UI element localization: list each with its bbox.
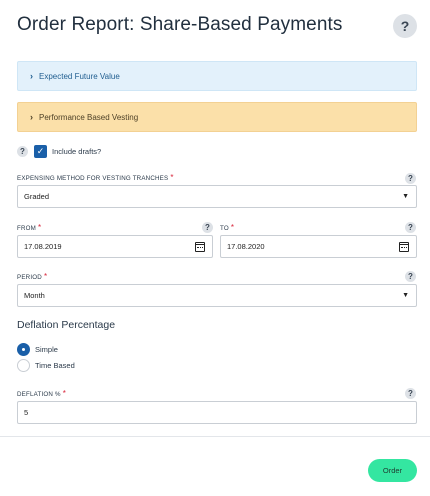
- help-icon: ?: [400, 18, 410, 34]
- help-icon[interactable]: ?: [405, 222, 416, 233]
- radio-time-based[interactable]: Time Based: [17, 359, 75, 372]
- radio-simple[interactable]: Simple: [17, 343, 58, 356]
- required-marker: *: [38, 223, 42, 232]
- deflation-pct-input[interactable]: 5: [17, 401, 417, 424]
- include-drafts-checkbox[interactable]: ✓: [34, 145, 47, 158]
- from-date-input[interactable]: 17.08.2019: [17, 235, 213, 258]
- period-value: Month: [24, 291, 45, 300]
- page-title: Order Report: Share-Based Payments: [17, 14, 343, 35]
- from-label: FROM *: [17, 223, 42, 232]
- to-date-value: 17.08.2020: [227, 242, 265, 251]
- help-icon[interactable]: ?: [405, 173, 416, 184]
- deflation-pct-label: DEFLATION % *: [17, 389, 67, 398]
- radio-label: Time Based: [35, 361, 75, 370]
- deflation-pct-value: 5: [24, 408, 29, 417]
- from-date-value: 17.08.2019: [24, 242, 62, 251]
- radio-selected-icon[interactable]: [17, 343, 30, 356]
- required-marker: *: [43, 272, 48, 281]
- chevron-down-icon: ▼: [402, 292, 409, 299]
- calendar-icon[interactable]: [195, 241, 205, 252]
- section-label: Performance Based Vesting: [39, 112, 139, 122]
- performance-based-vesting-section[interactable]: › Performance Based Vesting: [17, 102, 417, 132]
- required-marker: *: [62, 389, 67, 398]
- chevron-down-icon: ▼: [402, 193, 409, 200]
- help-icon[interactable]: ?: [202, 222, 213, 233]
- include-drafts-label: Include drafts?: [52, 147, 102, 156]
- radio-unselected-icon[interactable]: [17, 359, 30, 372]
- period-label: PERIOD *: [17, 272, 48, 281]
- radio-label: Simple: [35, 345, 58, 354]
- help-icon[interactable]: ?: [17, 146, 28, 157]
- chevron-right-icon: ›: [30, 71, 33, 81]
- expected-future-value-section[interactable]: › Expected Future Value: [17, 61, 417, 91]
- help-button[interactable]: ?: [393, 14, 417, 38]
- help-icon[interactable]: ?: [405, 271, 416, 282]
- section-label: Expected Future Value: [39, 71, 120, 81]
- deflation-heading: Deflation Percentage: [17, 319, 116, 331]
- to-label: TO *: [220, 223, 235, 232]
- expensing-method-select[interactable]: Graded ▼: [17, 185, 417, 208]
- required-marker: *: [170, 173, 174, 182]
- order-button[interactable]: Order: [368, 459, 417, 482]
- expensing-method-label: EXPENSING METHOD FOR VESTING TRANCHES *: [17, 173, 174, 182]
- chevron-right-icon: ›: [30, 112, 33, 122]
- include-drafts-row: ? ✓ Include drafts?: [17, 145, 101, 158]
- to-date-input[interactable]: 17.08.2020: [220, 235, 417, 258]
- expensing-method-value: Graded: [24, 192, 50, 201]
- calendar-icon[interactable]: [399, 241, 409, 252]
- required-marker: *: [230, 223, 235, 232]
- footer-divider: [0, 436, 430, 437]
- help-icon[interactable]: ?: [405, 388, 416, 399]
- period-select[interactable]: Month ▼: [17, 284, 417, 307]
